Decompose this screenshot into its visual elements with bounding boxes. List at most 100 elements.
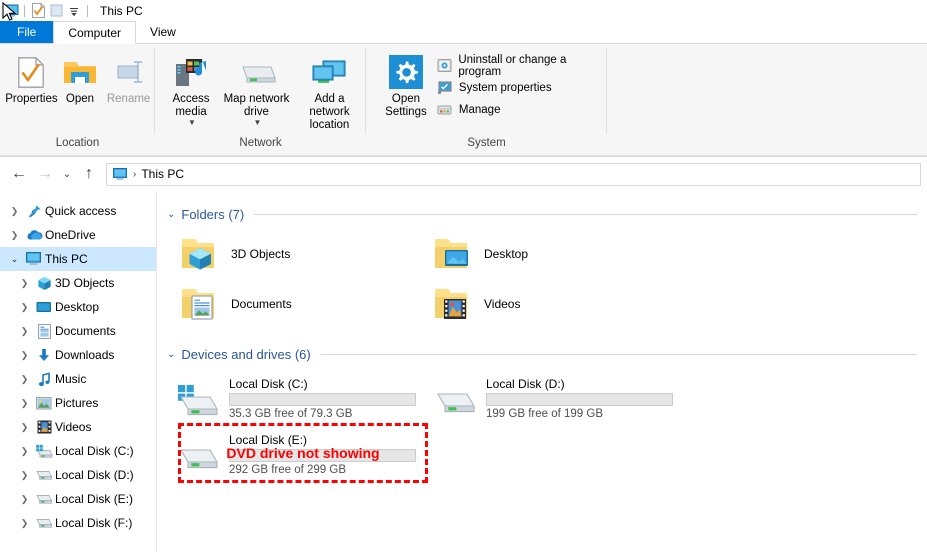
- open-label: Open: [65, 93, 95, 105]
- chevron-down-icon[interactable]: ▼: [188, 119, 196, 127]
- manage-label: Manage: [458, 103, 501, 116]
- sidebar-item-onedrive[interactable]: ❯ OneDrive: [0, 223, 156, 247]
- folder-label: 3D Objects: [231, 247, 291, 261]
- sidebar-item-label: 3D Objects: [55, 276, 115, 290]
- chevron-right-icon[interactable]: ❯: [16, 422, 33, 433]
- customize-dropdown-icon[interactable]: [65, 2, 83, 20]
- toolbar-separator: [24, 4, 25, 17]
- navigation-bar: ← → ⌄ ↑ › This PC: [0, 157, 927, 191]
- sidebar-item-label: Music: [55, 372, 87, 386]
- drive-label: Local Disk (C:): [229, 376, 308, 391]
- chevron-down-icon[interactable]: ▼: [254, 119, 262, 127]
- breadcrumb-this-pc[interactable]: This PC: [141, 167, 184, 181]
- forward-button[interactable]: →: [32, 161, 58, 187]
- chevron-right-icon[interactable]: ❯: [16, 470, 33, 481]
- drive-item-c[interactable]: Local Disk (C:) 35.3 GB free of 79.3 GB: [175, 369, 432, 425]
- recent-locations-button[interactable]: ⌄: [58, 161, 76, 187]
- tab-computer[interactable]: Computer: [53, 21, 137, 44]
- rename-label: Rename: [106, 93, 151, 105]
- desktop-icon: [33, 301, 55, 314]
- sidebar-item-quick-access[interactable]: ❯ Quick access: [0, 199, 156, 223]
- toolbar-separator-2: [87, 4, 88, 17]
- map-network-drive-button[interactable]: Map network drive ▼: [220, 51, 293, 127]
- folder-item-documents[interactable]: Documents: [179, 279, 432, 329]
- chevron-down-icon[interactable]: ⌄: [167, 209, 175, 220]
- ribbon-empty-area: [607, 44, 927, 156]
- sidebar-item-label: Local Disk (E:): [55, 492, 134, 506]
- access-media-label: Access media: [172, 93, 210, 118]
- sidebar-item-3d-objects[interactable]: ❯ 3D Objects: [0, 271, 156, 295]
- chevron-right-icon[interactable]: ❯: [16, 494, 33, 505]
- access-media-button[interactable]: Access media ▼: [162, 51, 220, 127]
- up-button[interactable]: ↑: [76, 161, 102, 187]
- chevron-right-icon[interactable]: ❯: [6, 230, 23, 241]
- sidebar-item-documents[interactable]: ❯ Documents: [0, 319, 156, 343]
- folder-desktop-icon: [432, 233, 474, 275]
- chevron-right-icon[interactable]: ❯: [16, 446, 33, 457]
- videos-icon: [33, 420, 55, 434]
- folder-label: Desktop: [484, 247, 529, 261]
- chevron-down-icon[interactable]: ⌄: [6, 254, 23, 265]
- open-folder-icon: [63, 55, 97, 89]
- manage-button[interactable]: Manage: [436, 100, 607, 119]
- sidebar-item-desktop[interactable]: ❯ Desktop: [0, 295, 156, 319]
- tab-view[interactable]: View: [136, 21, 190, 43]
- chevron-right-icon[interactable]: ❯: [16, 518, 33, 529]
- properties-button[interactable]: Properties: [5, 51, 58, 106]
- folders-section-header[interactable]: ⌄ Folders (7): [157, 203, 927, 225]
- downloads-icon: [33, 348, 55, 363]
- sidebar-item-downloads[interactable]: ❯ Downloads: [0, 343, 156, 367]
- drive-capacity-bar: [486, 392, 673, 406]
- uninstall-program-button[interactable]: Uninstall or change a program: [436, 54, 607, 78]
- drive-item-d[interactable]: Local Disk (D:) 199 GB free of 199 GB: [432, 369, 689, 425]
- open-settings-button[interactable]: Open Settings: [376, 51, 436, 119]
- drive-free-space: 199 GB free of 199 GB: [486, 407, 603, 420]
- add-network-location-button[interactable]: Add a network location: [293, 51, 366, 132]
- back-button[interactable]: ←: [6, 161, 32, 187]
- chevron-right-icon[interactable]: ❯: [16, 398, 33, 409]
- folder-item-desktop[interactable]: Desktop: [432, 229, 685, 279]
- chevron-right-icon[interactable]: ❯: [6, 206, 23, 217]
- sidebar-item-local-disk-f[interactable]: ❯ Local Disk (F:): [0, 511, 156, 535]
- chevron-right-icon[interactable]: ❯: [16, 374, 33, 385]
- folder-item-3d-objects[interactable]: 3D Objects: [179, 229, 432, 279]
- chevron-right-icon[interactable]: ❯: [16, 278, 33, 289]
- drive-icon: [33, 517, 55, 529]
- ribbon-group-location: Properties Open Rename Location: [0, 44, 155, 156]
- folder-item-videos[interactable]: Videos: [432, 279, 685, 329]
- sidebar-item-this-pc[interactable]: ⌄ This PC: [0, 247, 156, 271]
- chevron-right-icon[interactable]: ❯: [16, 302, 33, 313]
- new-folder-icon[interactable]: [47, 2, 65, 20]
- properties-icon[interactable]: [29, 2, 47, 20]
- sidebar-item-videos[interactable]: ❯ Videos: [0, 415, 156, 439]
- address-bar[interactable]: › This PC: [106, 162, 921, 186]
- sidebar-item-local-disk-c[interactable]: ❯ Local Disk (C:): [0, 439, 156, 463]
- content-pane: ⌄ Folders (7) 3D Objects Desktop Documen…: [156, 191, 927, 552]
- drives-section-header[interactable]: ⌄ Devices and drives (6): [157, 343, 927, 365]
- sidebar-item-label: This PC: [45, 252, 88, 266]
- sidebar-item-label: Videos: [55, 420, 92, 434]
- system-drive-icon: [175, 378, 221, 418]
- tab-file[interactable]: File: [0, 21, 54, 43]
- drive-icon: [33, 469, 55, 481]
- chevron-right-icon[interactable]: ❯: [16, 326, 33, 337]
- rename-button: Rename: [102, 51, 155, 106]
- chevron-right-icon[interactable]: ❯: [16, 350, 33, 361]
- sidebar-item-local-disk-d[interactable]: ❯ Local Disk (D:): [0, 463, 156, 487]
- sidebar-item-label: Local Disk (C:): [55, 444, 134, 458]
- this-pc-icon[interactable]: [2, 1, 20, 21]
- sidebar-item-local-disk-e[interactable]: ❯ Local Disk (E:): [0, 487, 156, 511]
- folder-3d-objects-icon: [179, 233, 221, 275]
- documents-icon: [33, 323, 55, 339]
- ribbon-group-location-label: Location: [55, 137, 100, 149]
- sidebar-item-pictures[interactable]: ❯ Pictures: [0, 391, 156, 415]
- properties-label: Properties: [5, 93, 58, 105]
- annotation-text: DVD drive not showing: [226, 445, 380, 461]
- open-settings-label: Open Settings: [385, 93, 427, 118]
- ribbon-group-system: Open Settings Uninstall or change a prog…: [366, 44, 607, 156]
- system-properties-button[interactable]: System properties: [436, 78, 607, 97]
- open-button[interactable]: Open: [58, 51, 102, 106]
- chevron-down-icon[interactable]: ⌄: [167, 349, 175, 360]
- add-network-location-icon: [309, 55, 349, 89]
- sidebar-item-music[interactable]: ❯ Music: [0, 367, 156, 391]
